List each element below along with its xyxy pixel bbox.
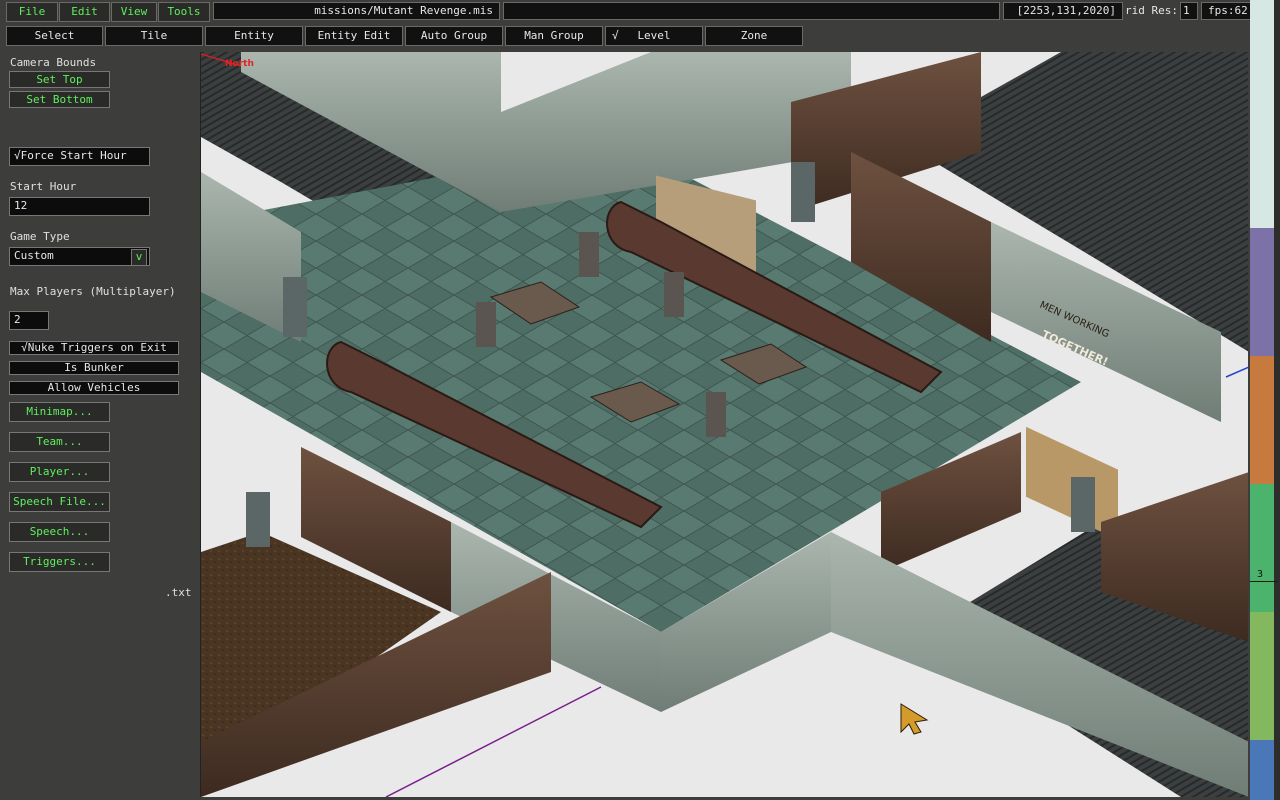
mission-path-field[interactable]: missions/Mutant Revenge.mis bbox=[213, 2, 500, 20]
start-hour-input[interactable]: 12 bbox=[9, 197, 150, 216]
fps-readout: fps:62 bbox=[1201, 2, 1256, 20]
mode-tile-button[interactable]: Tile bbox=[105, 26, 203, 46]
mode-man-group-button[interactable]: Man Group bbox=[505, 26, 603, 46]
start-hour-label: Start Hour bbox=[10, 180, 77, 193]
max-players-input[interactable]: 2 bbox=[9, 311, 49, 330]
set-bottom-button[interactable]: Set Bottom bbox=[9, 91, 110, 108]
game-type-select[interactable]: Custom v bbox=[9, 247, 150, 266]
level-marker: 3 bbox=[1257, 569, 1264, 580]
coordinates-readout: [2253,131,2020] bbox=[1003, 2, 1123, 20]
camera-bounds-label: Camera Bounds bbox=[10, 56, 97, 69]
mode-level-button[interactable]: √ Level bbox=[605, 26, 703, 46]
allow-vehicles-checkbox[interactable]: Allow Vehicles bbox=[9, 381, 179, 395]
north-label: North bbox=[225, 59, 254, 69]
triggers-button[interactable]: Triggers... bbox=[9, 552, 110, 572]
tools-menu[interactable]: Tools bbox=[158, 2, 210, 22]
level-swatch-3[interactable] bbox=[1250, 228, 1274, 356]
mode-select-button[interactable]: Select bbox=[6, 26, 103, 46]
file-menu[interactable]: File bbox=[6, 2, 58, 22]
view-menu[interactable]: View bbox=[111, 2, 157, 22]
mode-auto-group-button[interactable]: Auto Group bbox=[405, 26, 503, 46]
chair-4 bbox=[706, 392, 726, 437]
mode-zone-button[interactable]: Zone bbox=[705, 26, 803, 46]
force-start-hour-checkbox[interactable]: √Force Start Hour bbox=[9, 147, 150, 166]
cursor-arrow-icon bbox=[900, 703, 929, 735]
edit-menu[interactable]: Edit bbox=[59, 2, 110, 22]
mode-entity-button[interactable]: Entity bbox=[205, 26, 303, 46]
nuke-triggers-checkbox[interactable]: √Nuke Triggers on Exit bbox=[9, 341, 179, 355]
terminal-1 bbox=[791, 162, 815, 222]
chair-3 bbox=[476, 302, 496, 347]
is-bunker-checkbox[interactable]: Is Bunker bbox=[9, 361, 179, 375]
speech-button[interactable]: Speech... bbox=[9, 522, 110, 542]
team-button[interactable]: Team... bbox=[9, 432, 110, 452]
level-swatch-4[interactable] bbox=[1250, 356, 1274, 484]
level-marker-line bbox=[1250, 581, 1278, 582]
player-button[interactable]: Player... bbox=[9, 462, 110, 482]
level-swatch-5[interactable] bbox=[1250, 484, 1274, 612]
properties-sidebar: Camera Bounds Set Top Set Bottom √Force … bbox=[0, 52, 198, 800]
isometric-map[interactable]: MEN WORKING TOGETHER! North bbox=[201, 52, 1248, 797]
level-check-mark: √ bbox=[612, 29, 619, 42]
max-players-label: Max Players (Multiplayer) bbox=[10, 285, 176, 298]
game-type-label: Game Type bbox=[10, 230, 70, 243]
terminal-3 bbox=[246, 492, 270, 547]
minimap-button[interactable]: Minimap... bbox=[9, 402, 110, 422]
terminal-4 bbox=[1071, 477, 1095, 532]
mode-entity-edit-button[interactable]: Entity Edit bbox=[305, 26, 403, 46]
grid-res-label: rid Res: bbox=[1125, 4, 1178, 17]
game-type-value: Custom bbox=[14, 249, 54, 262]
chair-1 bbox=[579, 232, 599, 277]
level-color-bar[interactable]: 3 bbox=[1250, 0, 1280, 800]
set-top-button[interactable]: Set Top bbox=[9, 71, 110, 88]
chair-2 bbox=[664, 272, 684, 317]
level-swatch-7[interactable] bbox=[1250, 740, 1274, 800]
level-swatch-1[interactable] bbox=[1250, 0, 1274, 228]
txt-label: .txt bbox=[165, 586, 192, 599]
grid-res-input[interactable]: 1 bbox=[1180, 2, 1198, 20]
dropdown-arrow-icon[interactable]: v bbox=[131, 249, 147, 266]
blank-field bbox=[503, 2, 1000, 20]
terminal-2 bbox=[283, 277, 307, 337]
speech-file-button[interactable]: Speech File... bbox=[9, 492, 110, 512]
level-viewport[interactable]: MEN WORKING TOGETHER! North bbox=[200, 52, 1248, 797]
guide-line-blue bbox=[1225, 366, 1248, 378]
mode-level-label: Level bbox=[637, 29, 671, 42]
level-swatch-6[interactable] bbox=[1250, 612, 1274, 740]
